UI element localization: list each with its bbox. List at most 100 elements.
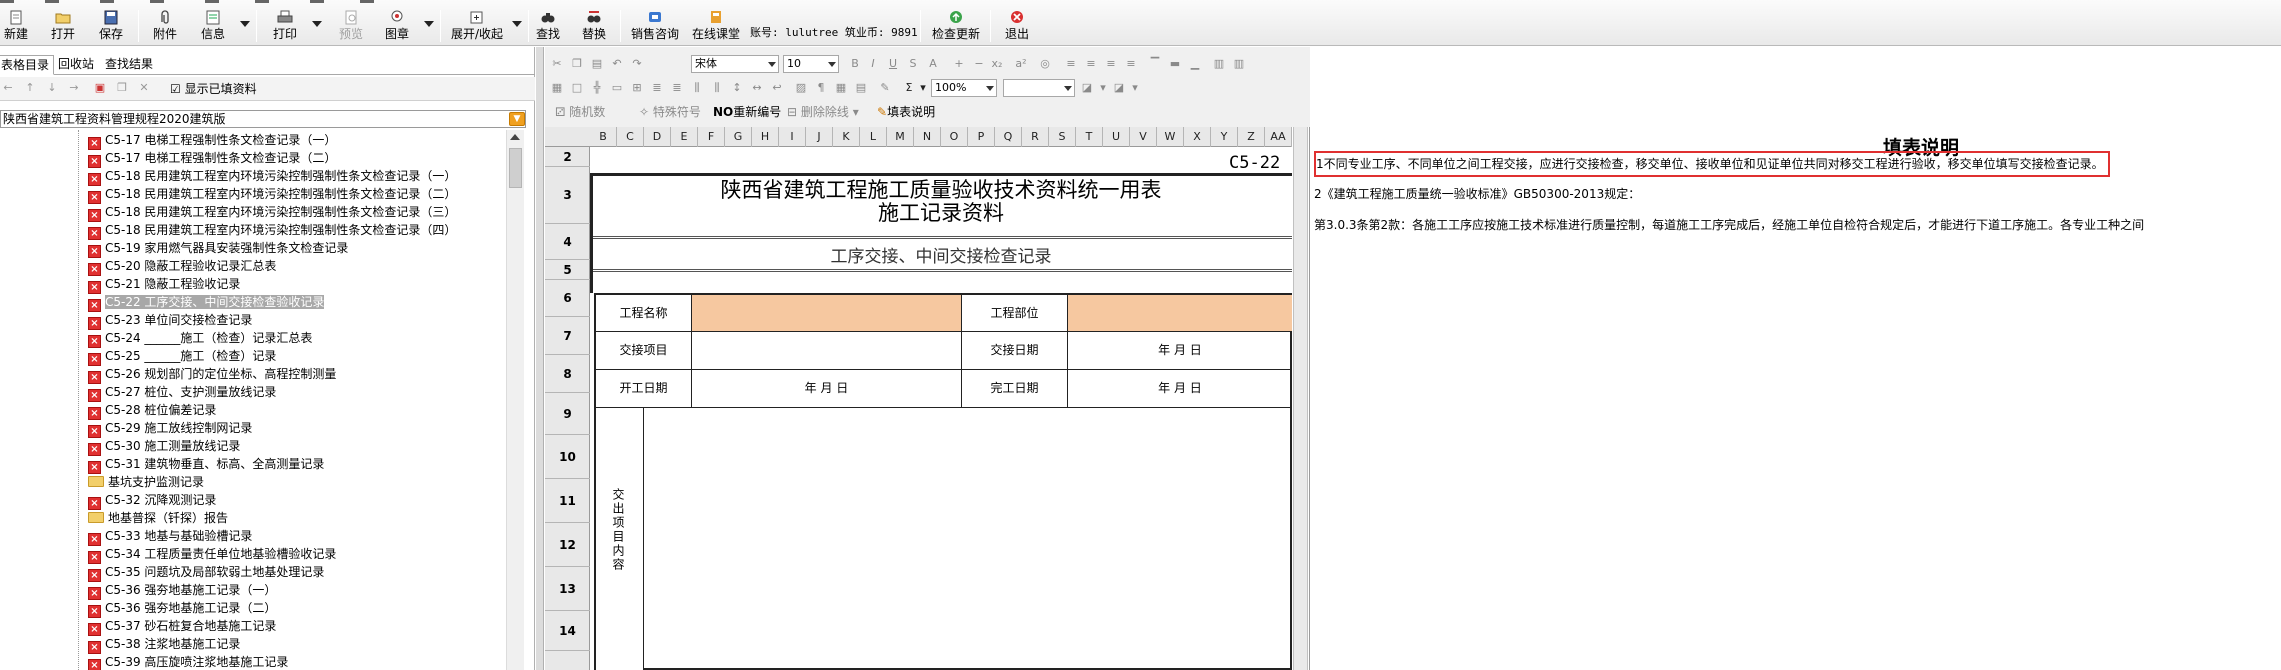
row-header-cell[interactable]: 6 (545, 280, 590, 317)
table-icon[interactable]: ▤ (855, 82, 867, 94)
column-header-cell[interactable]: N (914, 127, 941, 147)
tree-folder[interactable]: 基坑支护监测记录 (88, 473, 505, 491)
tree-item[interactable]: × C5-37 砂石桩复合地基施工记录 (88, 617, 505, 636)
format-icon[interactable]: ¶ (815, 82, 827, 94)
border-outer-icon[interactable]: □ (571, 82, 583, 94)
tree-item[interactable]: × C5-31 建筑物垂直、标高、全高测量记录 (88, 455, 505, 474)
open-button[interactable]: 打开 (48, 10, 78, 44)
row-header-cell[interactable]: 9 (545, 393, 590, 435)
delete-row-icon[interactable]: ≣ (671, 82, 683, 94)
handover-date-input[interactable]: 年 月 日 (1068, 332, 1292, 370)
project-name-input[interactable] (692, 295, 962, 332)
tree-item[interactable]: × C5-34 工程质量责任单位地基验槽验收记录 (88, 545, 505, 564)
tree-scrollbar[interactable] (506, 130, 524, 670)
check-update-button[interactable]: 检查更新 (930, 10, 982, 44)
row-header-cell[interactable]: 11 (545, 479, 590, 523)
bold-icon[interactable]: B (849, 58, 861, 70)
tab-form-directory[interactable]: 表格目录 (0, 55, 55, 75)
info-button[interactable]: 信息 (198, 10, 228, 44)
tree-item[interactable]: × C5-18 民用建筑工程室内环境污染控制强制性条文检查记录（一） (88, 167, 505, 186)
font-color-icon[interactable]: A (927, 58, 939, 70)
column-header-cell[interactable]: T (1076, 127, 1103, 147)
tree-item[interactable]: × C5-23 单位间交接检查记录 (88, 311, 505, 330)
column-header-cell[interactable]: W (1157, 127, 1184, 147)
column-header-cell[interactable]: F (698, 127, 725, 147)
tree-item[interactable]: × C5-26 规划部门的定位坐标、高程控制测量 (88, 365, 505, 384)
stamp-button[interactable]: 图章 (382, 10, 412, 44)
tree-item[interactable]: × C5-27 桩位、支护测量放线记录 (88, 383, 505, 402)
column-header-cell[interactable]: V (1130, 127, 1157, 147)
show-filled-button[interactable]: ☑ 显示已填资料 (170, 80, 257, 98)
column-header-cell[interactable]: Y (1211, 127, 1238, 147)
row-header-cell[interactable]: 14 (545, 611, 590, 651)
tab-recycle-bin[interactable]: 回收站 (54, 55, 98, 75)
split-cells-icon[interactable]: ⊞ (631, 82, 643, 94)
copy-icon[interactable]: ❐ (571, 58, 583, 70)
subscript-icon[interactable]: x₂ (991, 58, 1003, 70)
expand-dropdown-arrow[interactable] (512, 21, 522, 27)
renumber-button[interactable]: NO重新编号 (713, 105, 781, 119)
left-splitter[interactable] (536, 47, 544, 670)
line-style-select[interactable] (1003, 79, 1075, 97)
row-height-icon[interactable]: ↕ (731, 82, 743, 94)
column-header-cell[interactable]: G (725, 127, 752, 147)
fill-instructions-button[interactable]: ✎填表说明 (877, 105, 935, 119)
row-header-cell[interactable]: 5 (545, 260, 590, 280)
tree-item[interactable]: × C5-39 高压旋喷注浆地基施工记录 (88, 653, 505, 670)
align-middle-icon[interactable]: ▬ (1169, 58, 1181, 70)
underline-icon[interactable]: U (887, 58, 899, 70)
column-header-cell[interactable]: Q (995, 127, 1022, 147)
merge-cells-icon[interactable]: ▭ (611, 82, 623, 94)
border-inner-icon[interactable]: ╬ (591, 82, 603, 94)
preview-button[interactable]: 预览 (336, 10, 366, 44)
minus-icon[interactable]: − (973, 58, 985, 70)
zoom-select[interactable]: 100% (931, 79, 997, 97)
fill-color-icon[interactable]: ◪ (1113, 82, 1125, 94)
align-center-icon[interactable]: ≡ (1085, 58, 1097, 70)
column-header-cell[interactable]: S (1049, 127, 1076, 147)
arrow-down-icon[interactable]: ↓ (46, 82, 58, 94)
sigma-icon[interactable]: Σ (903, 82, 915, 94)
row-header-cell[interactable]: 7 (545, 317, 590, 355)
tree-item[interactable]: × C5-25 ______施工（检查）记录 (88, 347, 505, 366)
project-part-input[interactable] (1068, 295, 1292, 332)
column-header-cell[interactable]: P (968, 127, 995, 147)
cut-icon[interactable]: ✂ (551, 58, 563, 70)
print-dropdown-arrow[interactable] (312, 21, 322, 27)
tree-item[interactable]: × C5-38 注浆地基施工记录 (88, 635, 505, 654)
font-name-select[interactable]: 宋体 (691, 55, 779, 73)
delete-blank-button[interactable]: ⊟ 删除除线 ▾ (787, 105, 859, 119)
new-table-icon[interactable]: ▣ (94, 82, 106, 94)
row-header-cell[interactable]: 13 (545, 567, 590, 611)
column-header-cell[interactable]: J (806, 127, 833, 147)
online-class-button[interactable]: 在线课堂 (690, 10, 742, 44)
column-header-cell[interactable]: C (617, 127, 644, 147)
tree-item[interactable]: × C5-30 施工测量放线记录 (88, 437, 505, 456)
column-header-cell[interactable]: D (644, 127, 671, 147)
tree-item[interactable]: × C5-17 电梯工程强制性条文检查记录（二） (88, 149, 505, 168)
row-header-cell[interactable]: 10 (545, 435, 590, 479)
tree-item[interactable]: × C5-18 民用建筑工程室内环境污染控制强制性条文检查记录（四） (88, 221, 505, 240)
justify-icon[interactable]: ≡ (1125, 58, 1137, 70)
tree-item[interactable]: × C5-32 沉降观测记录 (88, 491, 505, 510)
replace-button[interactable]: 替换 (580, 10, 608, 44)
tree-item[interactable]: × C5-35 问题坑及局部软弱土地基处理记录 (88, 563, 505, 582)
zoom-circle-icon[interactable]: ◎ (1039, 58, 1051, 70)
column-header-cell[interactable]: U (1103, 127, 1130, 147)
tree-item[interactable]: × C5-20 隐蔽工程验收记录汇总表 (88, 257, 505, 276)
column-header-cell[interactable]: B (590, 127, 617, 147)
tree-item[interactable]: × C5-17 电梯工程强制性条文检查记录（一） (88, 131, 505, 150)
handover-content-input[interactable] (644, 408, 1292, 670)
sigma-dropdown-icon[interactable]: ▾ (917, 82, 929, 94)
arrow-right-icon[interactable]: → (68, 82, 80, 94)
tree-item[interactable]: × C5-18 民用建筑工程室内环境污染控制强制性条文检查记录（二） (88, 185, 505, 204)
fill-color-dropdown-icon[interactable]: ▾ (1129, 82, 1141, 94)
border-color-dropdown-icon[interactable]: ▾ (1097, 82, 1109, 94)
finish-date-input[interactable]: 年 月 日 (1068, 370, 1292, 408)
border-color-icon[interactable]: ◪ (1081, 82, 1093, 94)
column-header-cell[interactable]: X (1184, 127, 1211, 147)
column-header-cell[interactable]: I (779, 127, 806, 147)
insert-col-icon[interactable]: ⫼ (691, 82, 703, 94)
random-number-button[interactable]: ⚂ 随机数 (555, 105, 605, 119)
print-button[interactable]: 打印 (270, 10, 300, 44)
